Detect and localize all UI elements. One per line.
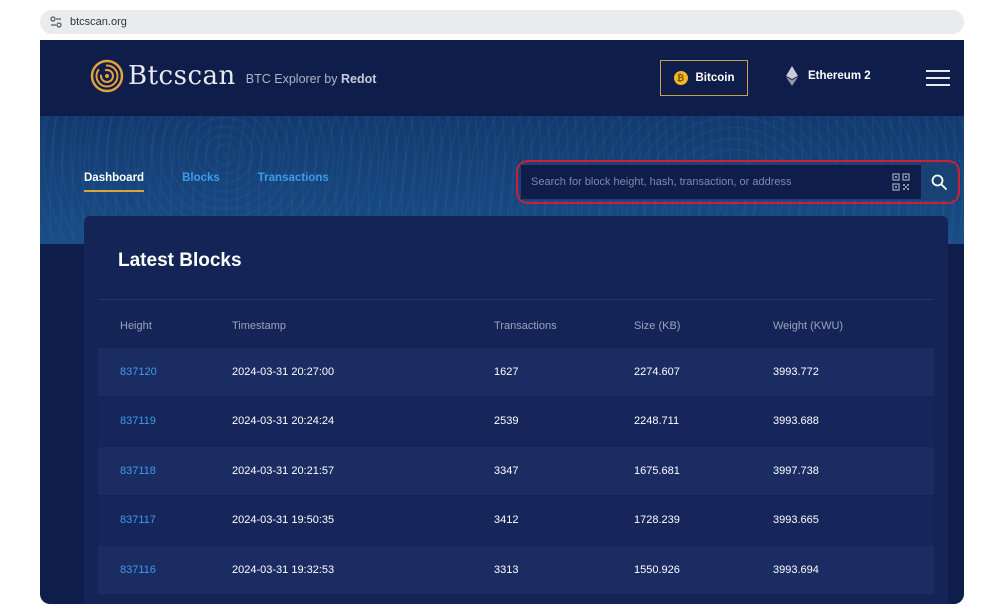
qr-code-icon <box>892 173 910 191</box>
btcscan-logo-icon <box>90 59 124 93</box>
block-timestamp: 2024-03-31 19:50:35 <box>232 514 335 527</box>
column-header-size: Size (KB) <box>634 320 681 332</box>
btcscan-app: Btcscan BTC Explorer by Redot ₿ Bitcoin … <box>40 40 964 604</box>
table-row: 837118 2024-03-31 20:21:57 3347 1675.681… <box>98 446 934 497</box>
block-transactions: 1627 <box>494 366 519 378</box>
hamburger-menu-icon[interactable] <box>926 70 950 86</box>
block-size: 1728.239 <box>634 514 680 527</box>
block-transactions: 3313 <box>494 563 519 576</box>
block-height-link[interactable]: 837120 <box>120 366 157 378</box>
site-settings-icon[interactable] <box>48 14 64 30</box>
top-bar: Btcscan BTC Explorer by Redot ₿ Bitcoin … <box>40 40 964 116</box>
panel-divider <box>98 299 934 300</box>
block-transactions: 2539 <box>494 415 519 428</box>
blocks-table-body: 837120 2024-03-31 20:27:00 1627 2274.607… <box>98 348 934 595</box>
url-text[interactable]: btcscan.org <box>70 16 127 28</box>
table-row: 837117 2024-03-31 19:50:35 3412 1728.239… <box>98 496 934 546</box>
column-header-transactions: Transactions <box>494 320 557 332</box>
block-size: 2274.607 <box>634 366 680 378</box>
browser-url-bar[interactable]: btcscan.org <box>40 10 964 34</box>
network-bitcoin-label: Bitcoin <box>695 72 735 84</box>
table-row: 837120 2024-03-31 20:27:00 1627 2274.607… <box>98 348 934 398</box>
bitcoin-icon: ₿ <box>673 71 688 85</box>
block-height-link[interactable]: 837117 <box>120 514 156 526</box>
block-weight: 3993.688 <box>773 415 819 428</box>
block-height-link[interactable]: 837119 <box>120 415 156 427</box>
qr-scan-button[interactable] <box>881 164 922 200</box>
tab-blocks[interactable]: Blocks <box>182 172 220 192</box>
table-row: 837116 2024-03-31 19:32:53 3313 1550.926… <box>98 545 934 595</box>
block-timestamp: 2024-03-31 19:32:53 <box>232 563 335 576</box>
block-height-link[interactable]: 837116 <box>120 564 156 576</box>
block-weight: 3993.772 <box>773 366 819 378</box>
block-size: 1550.926 <box>634 563 680 576</box>
tab-dashboard[interactable]: Dashboard <box>84 172 145 192</box>
block-timestamp: 2024-03-31 20:24:24 <box>232 415 335 428</box>
block-height-link[interactable]: 837118 <box>120 465 156 477</box>
tagline-owner: Redot <box>340 72 377 86</box>
tagline: BTC Explorer by Redot <box>246 72 377 86</box>
network-ethereum-button[interactable]: Ethereum 2 <box>786 66 871 86</box>
block-transactions: 3347 <box>494 464 519 477</box>
tab-transactions[interactable]: Transactions <box>258 172 329 192</box>
logo[interactable]: Btcscan BTC Explorer by Redot <box>90 59 376 93</box>
table-row: 837119 2024-03-31 20:24:24 2539 2248.711… <box>98 397 934 447</box>
network-bitcoin-button[interactable]: ₿ Bitcoin <box>660 60 748 96</box>
block-weight: 3993.694 <box>773 563 819 576</box>
search-button[interactable] <box>922 164 956 200</box>
main-nav: Dashboard Blocks Transactions <box>84 172 329 192</box>
block-weight: 3993.665 <box>773 514 819 527</box>
brand-name: Btcscan <box>128 61 236 91</box>
block-timestamp: 2024-03-31 20:27:00 <box>232 366 335 378</box>
search-bar <box>520 164 956 200</box>
block-timestamp: 2024-03-31 20:21:57 <box>232 464 335 477</box>
block-weight: 3997.738 <box>773 464 819 477</box>
search-icon <box>931 174 947 190</box>
ethereum-icon <box>786 66 798 86</box>
tagline-prefix: BTC Explorer by <box>245 72 338 86</box>
panel-title: Latest Blocks <box>118 250 242 271</box>
search-input[interactable] <box>520 164 881 200</box>
block-size: 1675.681 <box>634 464 680 477</box>
table-header: Height Timestamp Transactions Size (KB) … <box>98 312 934 340</box>
block-size: 2248.711 <box>634 415 680 428</box>
column-header-weight: Weight (KWU) <box>773 320 844 332</box>
block-transactions: 3412 <box>494 514 519 527</box>
network-ethereum-label: Ethereum 2 <box>808 70 871 82</box>
column-header-height: Height <box>120 320 152 332</box>
column-header-timestamp: Timestamp <box>232 320 286 332</box>
latest-blocks-panel: Latest Blocks Height Timestamp Transacti… <box>84 216 948 604</box>
